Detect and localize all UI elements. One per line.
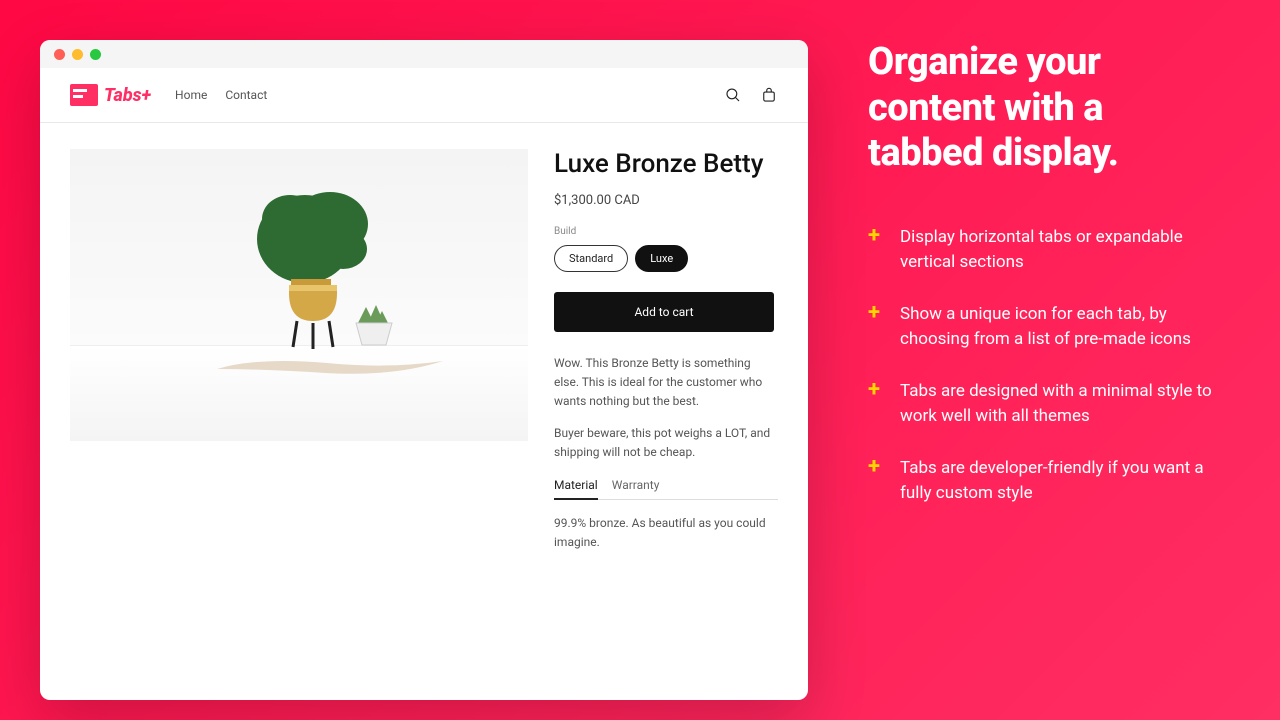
build-label: Build	[554, 226, 778, 237]
maximize-dot[interactable]	[90, 49, 101, 60]
brand-logo[interactable]: Tabs+	[70, 84, 151, 106]
add-to-cart-button[interactable]: Add to cart	[554, 292, 774, 332]
tab-warranty[interactable]: Warranty	[612, 478, 660, 499]
site-header: Tabs+ Home Contact	[40, 68, 808, 123]
product-image	[70, 149, 528, 455]
nav-contact[interactable]: Contact	[225, 88, 267, 102]
product-desc-1: Wow. This Bronze Betty is something else…	[554, 354, 778, 412]
option-luxe[interactable]: Luxe	[635, 245, 688, 272]
plus-icon: +	[868, 302, 880, 353]
minimize-dot[interactable]	[72, 49, 83, 60]
headline: Organize your content with a tabbed disp…	[868, 40, 1220, 177]
nav-home[interactable]: Home	[175, 88, 207, 102]
product-tabs: Material Warranty	[554, 478, 778, 500]
marketing-panel: Organize your content with a tabbed disp…	[808, 40, 1220, 680]
product-price: $1,300.00 CAD	[554, 193, 778, 208]
feature-2: +Show a unique icon for each tab, by cho…	[868, 302, 1220, 353]
plus-icon: +	[868, 225, 880, 276]
close-dot[interactable]	[54, 49, 65, 60]
window-chrome	[40, 40, 808, 68]
search-icon[interactable]	[724, 86, 742, 104]
product-details: Luxe Bronze Betty $1,300.00 CAD Build St…	[554, 149, 778, 552]
brand-text: Tabs+	[104, 85, 151, 106]
brand-mark-icon	[70, 84, 98, 106]
feature-4: +Tabs are developer-friendly if you want…	[868, 456, 1220, 507]
plus-icon: +	[868, 456, 880, 507]
feature-3: +Tabs are designed with a minimal style …	[868, 379, 1220, 430]
option-standard[interactable]: Standard	[554, 245, 628, 272]
product-title: Luxe Bronze Betty	[554, 149, 778, 179]
browser-window: Tabs+ Home Contact	[40, 40, 808, 700]
cart-icon[interactable]	[760, 86, 778, 104]
tab-content-material: 99.9% bronze. As beautiful as you could …	[554, 514, 778, 552]
product-desc-2: Buyer beware, this pot weighs a LOT, and…	[554, 424, 778, 462]
plus-icon: +	[868, 379, 880, 430]
feature-1: +Display horizontal tabs or expandable v…	[868, 225, 1220, 276]
tab-material[interactable]: Material	[554, 478, 598, 500]
